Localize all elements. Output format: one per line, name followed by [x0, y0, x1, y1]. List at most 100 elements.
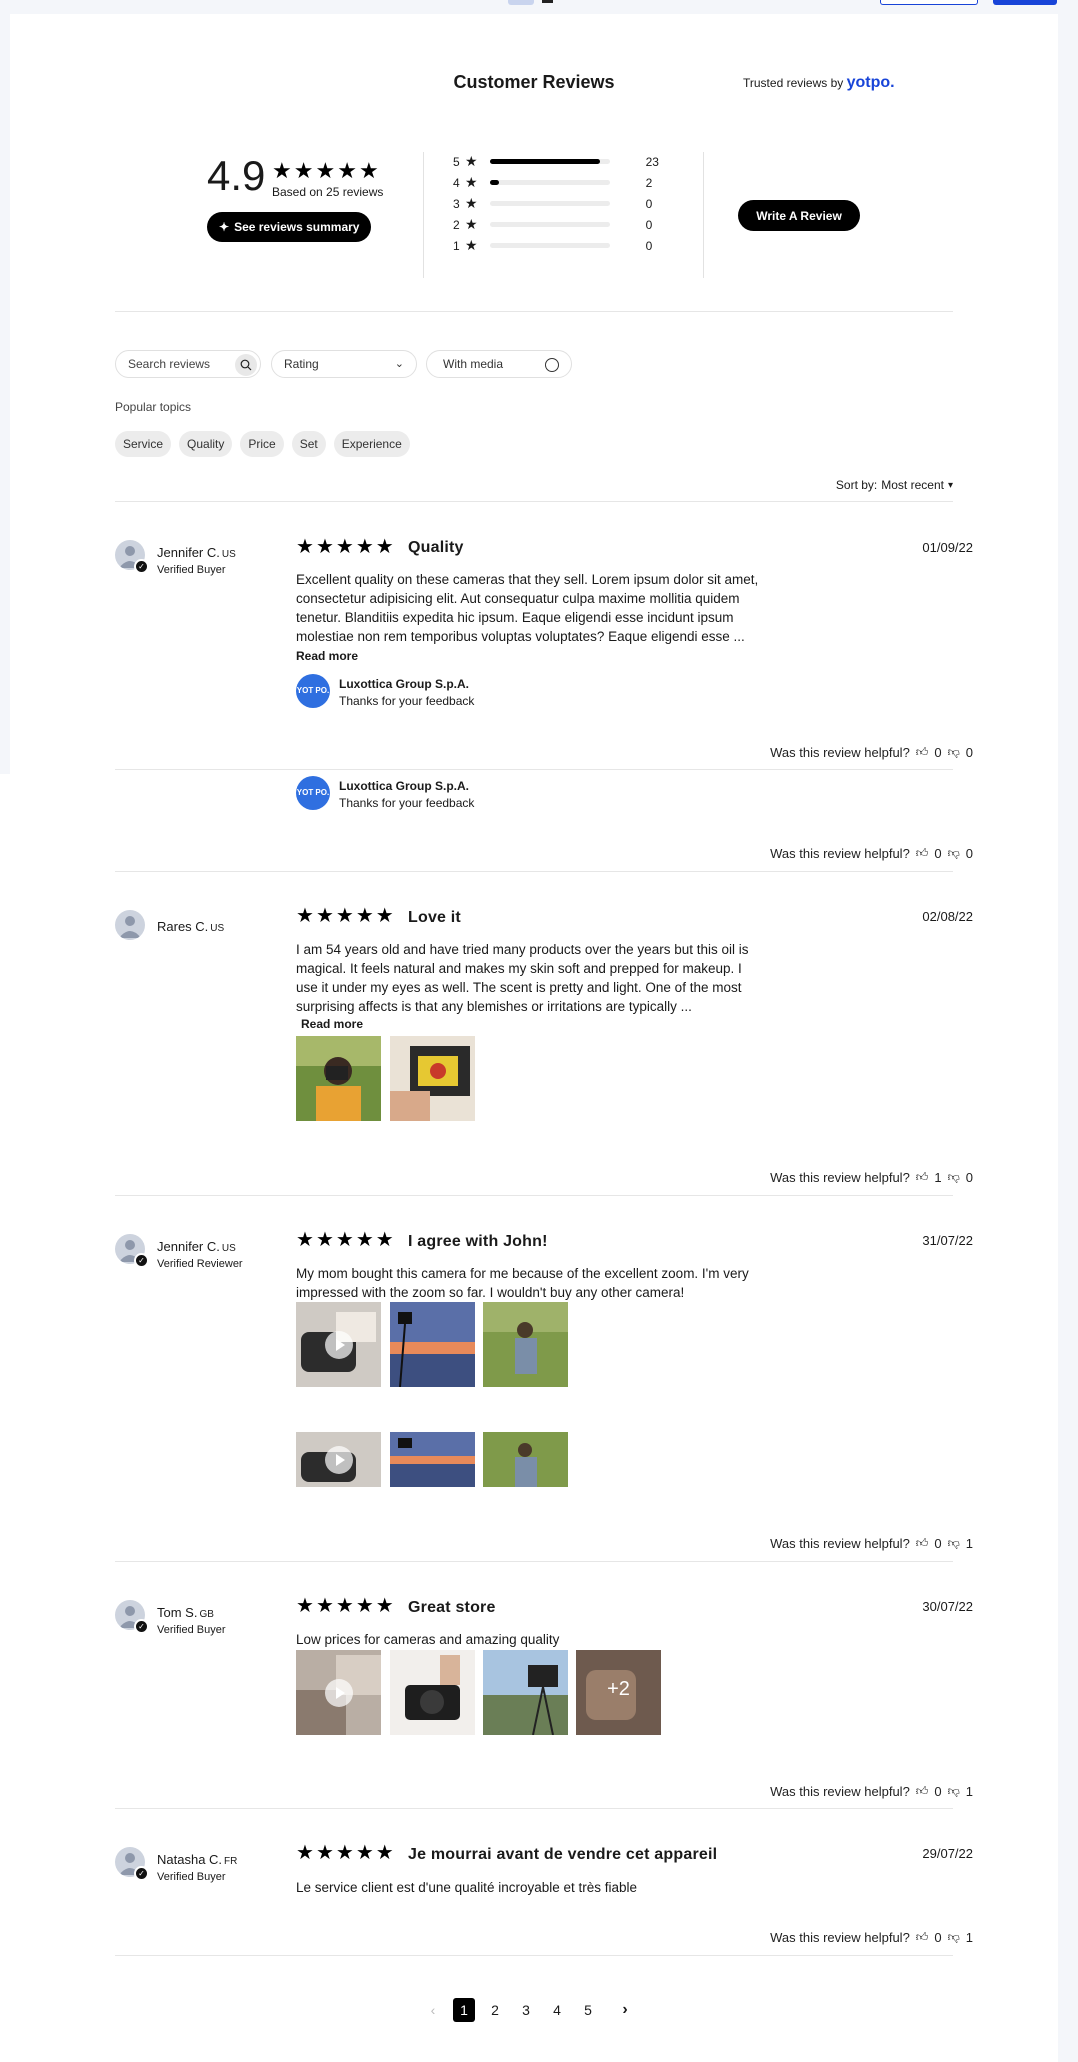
- verified-check-icon: ✓: [134, 559, 149, 574]
- review-body: I am 54 years old and have tried many pr…: [296, 942, 749, 1014]
- thumbs-down-icon[interactable]: 👎︎: [948, 1170, 960, 1185]
- helpful-label: Was this review helpful?: [770, 745, 910, 760]
- review-title: Love it: [408, 909, 461, 926]
- page-number[interactable]: 4: [546, 1998, 568, 2022]
- rating-bar: [489, 222, 610, 227]
- review-stars: ★ ★ ★ ★ ★: [296, 1595, 394, 1618]
- rating-row[interactable]: 1 ★ 0: [453, 235, 666, 256]
- rating-row[interactable]: 2 ★ 0: [453, 214, 666, 235]
- sort-dropdown[interactable]: Sort by: Most recent ▾: [836, 478, 953, 492]
- divider: [115, 769, 953, 770]
- list-view-icon[interactable]: [542, 0, 553, 3]
- downvote-count: 0: [965, 745, 973, 760]
- review-photo[interactable]: [483, 1432, 568, 1487]
- helpful-label: Was this review helpful?: [770, 846, 910, 861]
- with-media-filter[interactable]: With media: [426, 350, 572, 378]
- thumbs-down-icon[interactable]: 👎︎: [948, 846, 960, 861]
- rating-count: 0: [645, 217, 653, 232]
- thumbs-down-icon[interactable]: 👎︎: [948, 1784, 960, 1799]
- review-stars: ★ ★ ★ ★ ★: [296, 1229, 394, 1252]
- read-more-link[interactable]: Read more: [301, 1017, 363, 1031]
- pagination: ‹ 1 2 3 4 5 ›: [422, 1998, 636, 2022]
- sort-value: Most recent: [881, 478, 944, 492]
- review-photo[interactable]: [390, 1650, 475, 1735]
- helpful-votes: Was this review helpful? 👍︎ 1 👎︎ 0: [770, 1170, 973, 1185]
- rating-filter-select[interactable]: Rating ⌄: [271, 350, 417, 378]
- play-icon: [324, 1678, 353, 1707]
- review-photo[interactable]: [296, 1036, 381, 1121]
- topic-chip[interactable]: Experience: [333, 431, 410, 457]
- top-toolbar: [0, 0, 1078, 14]
- review-photo[interactable]: [390, 1432, 475, 1487]
- review-photo[interactable]: [390, 1302, 475, 1387]
- page-number[interactable]: 2: [484, 1998, 506, 2022]
- search-reviews-input[interactable]: Search reviews: [115, 350, 261, 378]
- page-number[interactable]: 3: [515, 1998, 537, 2022]
- topic-chip[interactable]: Price: [240, 431, 284, 457]
- divider: [115, 501, 953, 502]
- rating-star-count: 1: [453, 238, 460, 253]
- rating-row[interactable]: 5 ★ 23: [453, 151, 666, 172]
- review-photo[interactable]: [483, 1650, 568, 1735]
- secondary-button[interactable]: [880, 0, 978, 5]
- star-icon: ★: [465, 174, 478, 190]
- based-on-count: Based on 25 reviews: [272, 185, 384, 199]
- review-item: [115, 910, 145, 940]
- review-photo[interactable]: [483, 1302, 568, 1387]
- read-more-link[interactable]: Read more: [296, 649, 358, 663]
- rating-star-count: 4: [453, 175, 460, 190]
- page-number[interactable]: 5: [577, 1998, 599, 2022]
- review-date: 30/07/22: [922, 1599, 973, 1614]
- topic-chip[interactable]: Quality: [179, 431, 233, 457]
- rating-row[interactable]: 3 ★ 0: [453, 193, 666, 214]
- primary-button[interactable]: [993, 0, 1057, 5]
- thumbs-up-icon[interactable]: 👍︎: [916, 745, 929, 760]
- thumbs-up-icon[interactable]: 👍︎: [916, 1930, 929, 1945]
- more-media-tile[interactable]: +2: [576, 1650, 661, 1735]
- rating-bar: [489, 180, 610, 185]
- next-page-icon[interactable]: ›: [614, 2001, 636, 2019]
- radio-toggle[interactable]: [545, 358, 559, 372]
- rating-count: 23: [645, 154, 659, 169]
- review-video[interactable]: [296, 1650, 381, 1735]
- topic-chip[interactable]: Set: [291, 431, 326, 457]
- prev-page-icon[interactable]: ‹: [422, 2002, 444, 2018]
- page-number[interactable]: 1: [453, 1998, 475, 2022]
- reviewer-name: Jennifer C. US: [157, 545, 236, 560]
- star-icon: ★: [355, 536, 374, 558]
- star-icon: ★: [358, 158, 379, 183]
- grid-view-icon[interactable]: [508, 0, 534, 5]
- topic-chip[interactable]: Service: [115, 431, 172, 457]
- review-video[interactable]: [296, 1302, 381, 1387]
- reviewer-name: Tom S. GB: [157, 1605, 214, 1620]
- thumbs-up-icon[interactable]: 👍︎: [916, 1784, 929, 1799]
- review-photo[interactable]: [390, 1036, 475, 1121]
- upvote-count: 1: [934, 1170, 942, 1185]
- rating-distribution: 5 ★ 23 4 ★ 2 3 ★ 0 2 ★ 0 1 ★ 0: [453, 151, 666, 256]
- review-date: 29/07/22: [922, 1846, 973, 1861]
- review-body: Le service client est d'une qualité incr…: [296, 1880, 638, 1895]
- review-date: 01/09/22: [922, 540, 973, 555]
- thumbs-up-icon[interactable]: 👍︎: [916, 846, 929, 861]
- thumbs-down-icon[interactable]: 👎︎: [948, 1930, 960, 1945]
- reviews-summary-button[interactable]: ✦ See reviews summary: [207, 212, 372, 242]
- star-icon: ★: [375, 536, 394, 558]
- review-stars: ★ ★ ★ ★ ★: [296, 1842, 394, 1865]
- trusted-by[interactable]: Trusted reviews by yotpo.: [743, 74, 895, 92]
- rating-row[interactable]: 4 ★ 2: [453, 172, 666, 193]
- thumbs-down-icon[interactable]: 👎︎: [948, 1536, 960, 1551]
- write-review-button[interactable]: Write A Review: [738, 200, 860, 231]
- review-stars: ★ ★ ★ ★ ★: [296, 905, 394, 928]
- reviewer-badge: Verified Reviewer: [157, 1258, 243, 1270]
- review-video[interactable]: [296, 1432, 381, 1487]
- review-date: 31/07/22: [922, 1233, 973, 1248]
- thumbs-up-icon[interactable]: 👍︎: [916, 1170, 929, 1185]
- rating-star-count: 3: [453, 196, 460, 211]
- review-title: I agree with John!: [408, 1233, 548, 1250]
- star-icon: ★: [375, 1595, 394, 1617]
- thumbs-up-icon[interactable]: 👍︎: [916, 1536, 929, 1551]
- search-icon[interactable]: [235, 354, 257, 376]
- thumbs-down-icon[interactable]: 👎︎: [948, 745, 960, 760]
- star-icon: ★: [355, 1229, 374, 1251]
- with-media-label: With media: [443, 357, 504, 371]
